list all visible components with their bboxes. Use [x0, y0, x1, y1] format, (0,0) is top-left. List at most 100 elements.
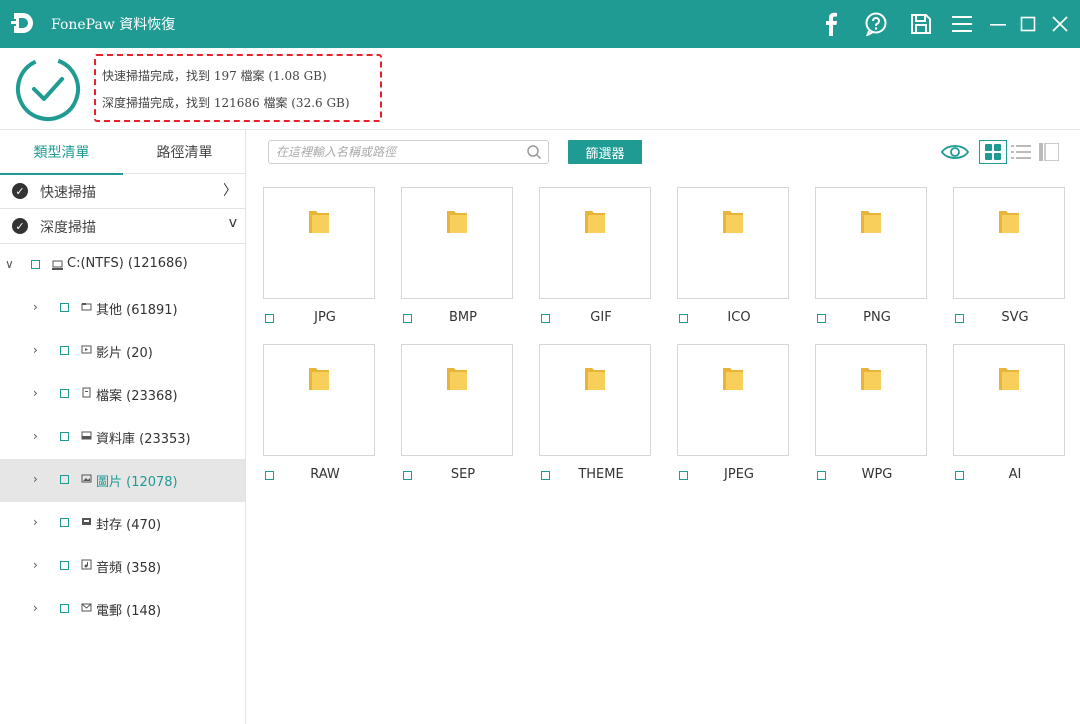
folder-icon [447, 211, 467, 233]
folder-icon [723, 368, 743, 390]
tree-category-row[interactable]: › 檔案 (23368) [0, 373, 245, 416]
file-type-label: PNG [863, 310, 891, 325]
menu-icon[interactable] [949, 11, 975, 37]
file-type-thumbnail[interactable] [953, 187, 1065, 299]
file-type-thumbnail[interactable] [401, 344, 513, 456]
deep-scan-row[interactable]: ✓ 深度掃描 v [0, 209, 245, 244]
chevron-right-icon[interactable]: › [33, 429, 38, 443]
check-icon: ✓ [12, 218, 28, 234]
category-label: 影片 (20) [96, 346, 153, 361]
chevron-right-icon[interactable]: › [33, 472, 38, 486]
chevron-right-icon[interactable]: › [33, 601, 38, 615]
file-type-thumbnail[interactable] [815, 187, 927, 299]
tree-category-row[interactable]: › 電郵 (148) [0, 588, 245, 631]
tree-category-row[interactable]: › 音頻 (358) [0, 545, 245, 588]
category-checkbox[interactable] [60, 475, 69, 484]
chevron-right-icon[interactable]: › [33, 343, 38, 357]
category-checkbox[interactable] [60, 518, 69, 527]
chevron-right-icon[interactable]: › [33, 515, 38, 529]
tree-drive-c[interactable]: ∨ C:(NTFS) (121686) [0, 244, 245, 287]
file-type-item[interactable]: ICO [677, 187, 789, 327]
drive-icon [52, 260, 63, 270]
category-checkbox[interactable] [60, 303, 69, 312]
file-type-checkbox[interactable] [265, 471, 274, 480]
chevron-down-icon[interactable]: ∨ [5, 257, 14, 271]
file-type-item[interactable]: THEME [539, 344, 651, 484]
file-type-label: THEME [578, 467, 624, 482]
file-type-item[interactable]: BMP [401, 187, 513, 327]
chevron-right-icon[interactable]: › [33, 558, 38, 572]
quick-scan-row[interactable]: ✓ 快速掃描 〉 [0, 174, 245, 209]
file-type-label: ICO [727, 310, 751, 325]
chevron-right-icon[interactable]: › [33, 386, 38, 400]
file-type-checkbox[interactable] [679, 471, 688, 480]
file-type-checkbox[interactable] [817, 471, 826, 480]
close-icon[interactable] [1047, 11, 1073, 37]
file-type-checkbox[interactable] [955, 314, 964, 323]
category-checkbox[interactable] [60, 604, 69, 613]
file-type-thumbnail[interactable] [263, 344, 375, 456]
tree-category-row[interactable]: › 封存 (470) [0, 502, 245, 545]
file-type-item[interactable]: AI [953, 344, 1065, 484]
file-type-checkbox[interactable] [955, 471, 964, 480]
search-icon[interactable] [526, 144, 542, 160]
tab-path-list[interactable]: 路徑清單 [123, 130, 246, 174]
file-type-thumbnail[interactable] [953, 344, 1065, 456]
save-icon[interactable] [908, 11, 934, 37]
tree-category-row[interactable]: › 資料庫 (23353) [0, 416, 245, 459]
file-type-checkbox[interactable] [265, 314, 274, 323]
tree-category-row[interactable]: › 圖片 (12078) [0, 459, 245, 502]
file-type-thumbnail[interactable] [815, 344, 927, 456]
file-type-thumbnail[interactable] [539, 187, 651, 299]
help-icon[interactable] [863, 11, 889, 37]
category-checkbox[interactable] [60, 389, 69, 398]
drive-checkbox[interactable] [31, 260, 40, 269]
fonepaw-logo-icon [11, 13, 33, 33]
file-type-thumbnail[interactable] [539, 344, 651, 456]
file-type-item[interactable]: GIF [539, 187, 651, 327]
file-type-checkbox[interactable] [541, 314, 550, 323]
file-type-item[interactable]: PNG [815, 187, 927, 327]
file-type-item[interactable]: SVG [953, 187, 1065, 327]
folder-icon [585, 368, 605, 390]
file-type-checkbox[interactable] [679, 314, 688, 323]
category-checkbox[interactable] [60, 346, 69, 355]
preview-eye-icon[interactable] [940, 140, 970, 164]
file-type-item[interactable]: SEP [401, 344, 513, 484]
grid-view-button[interactable] [979, 140, 1007, 164]
tree-category-row[interactable]: › 影片 (20) [0, 330, 245, 373]
file-type-thumbnail[interactable] [677, 344, 789, 456]
video-icon [81, 345, 92, 354]
file-type-label: JPEG [724, 467, 754, 482]
file-type-label: BMP [449, 310, 477, 325]
file-type-item[interactable]: WPG [815, 344, 927, 484]
list-view-button[interactable] [1007, 140, 1035, 164]
deep-scan-label: 深度掃描 [40, 220, 96, 236]
maximize-icon[interactable] [1015, 11, 1041, 37]
category-checkbox[interactable] [60, 432, 69, 441]
category-checkbox[interactable] [60, 561, 69, 570]
file-type-checkbox[interactable] [817, 314, 826, 323]
file-type-checkbox[interactable] [541, 471, 550, 480]
file-type-item[interactable]: JPG [263, 187, 375, 327]
file-type-checkbox[interactable] [403, 314, 412, 323]
facebook-icon[interactable] [818, 11, 844, 37]
search-input[interactable] [276, 144, 516, 160]
tab-type-list[interactable]: 類型清單 [0, 130, 123, 175]
file-type-thumbnail[interactable] [401, 187, 513, 299]
tree-category-row[interactable]: › 其他 (61891) [0, 287, 245, 330]
minimize-icon[interactable] [985, 11, 1011, 37]
filter-button[interactable]: 篩選器 [568, 140, 642, 164]
file-type-item[interactable]: RAW [263, 344, 375, 484]
drive-label: C:(NTFS) (121686) [67, 256, 188, 271]
chevron-right-icon[interactable]: › [33, 300, 38, 314]
file-type-label: SVG [1001, 310, 1029, 325]
audio-icon [81, 559, 92, 570]
file-type-checkbox[interactable] [403, 471, 412, 480]
detail-view-icon [1039, 143, 1059, 161]
detail-view-button[interactable] [1035, 140, 1063, 164]
file-type-thumbnail[interactable] [677, 187, 789, 299]
file-type-thumbnail[interactable] [263, 187, 375, 299]
file-type-item[interactable]: JPEG [677, 344, 789, 484]
folder-icon [309, 368, 329, 390]
